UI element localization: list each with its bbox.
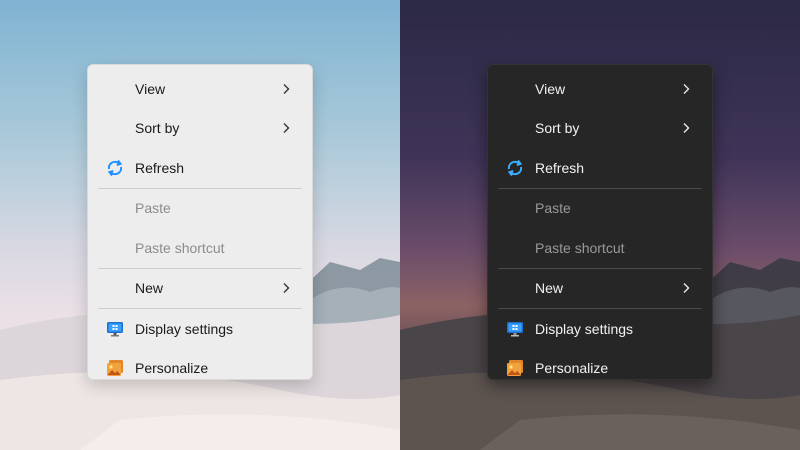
monitor-icon: [105, 319, 125, 339]
menu-item-display-settings[interactable]: Display settings: [88, 309, 312, 349]
menu-item-refresh[interactable]: Refresh: [88, 148, 312, 188]
chevron-right-icon: [683, 283, 690, 294]
chevron-right-icon: [283, 83, 290, 94]
chevron-right-icon: [683, 83, 690, 94]
personalize-icon: [105, 358, 125, 378]
menu-item-label: Display settings: [135, 320, 234, 337]
chevron-right-icon: [283, 283, 290, 294]
menu-item-sort-by[interactable]: Sort by: [88, 109, 312, 149]
menu-item-new[interactable]: New: [88, 269, 312, 309]
refresh-icon: [105, 158, 125, 178]
menu-item-paste[interactable]: Paste: [488, 189, 712, 229]
menu-item-personalize[interactable]: Personalize: [488, 349, 712, 389]
context-menu-light: View Sort by Refresh Paste Paste shortcu…: [87, 64, 313, 380]
monitor-icon: [505, 319, 525, 339]
chevron-right-icon: [683, 123, 690, 134]
menu-item-view[interactable]: View: [88, 69, 312, 109]
menu-item-label: Paste: [135, 200, 171, 217]
menu-item-refresh[interactable]: Refresh: [488, 148, 712, 188]
menu-item-label: View: [535, 80, 566, 97]
menu-item-label: Sort by: [535, 120, 580, 137]
menu-item-label: Personalize: [535, 360, 609, 377]
menu-item-paste[interactable]: Paste: [88, 189, 312, 229]
menu-item-personalize[interactable]: Personalize: [88, 349, 312, 389]
menu-item-label: Paste: [535, 200, 571, 217]
menu-item-view[interactable]: View: [488, 69, 712, 109]
menu-item-label: New: [135, 280, 164, 297]
menu-item-label: Personalize: [135, 360, 209, 377]
desktop-background-light: View Sort by Refresh Paste Paste shortcu…: [0, 0, 400, 450]
context-menu-dark: View Sort by Refresh Paste Paste shortcu…: [487, 64, 713, 380]
menu-item-new[interactable]: New: [488, 269, 712, 309]
menu-item-paste-shortcut[interactable]: Paste shortcut: [88, 228, 312, 268]
menu-item-paste-shortcut[interactable]: Paste shortcut: [488, 228, 712, 268]
chevron-right-icon: [283, 123, 290, 134]
menu-item-label: Refresh: [135, 159, 185, 176]
personalize-icon: [505, 358, 525, 378]
menu-item-label: New: [535, 280, 564, 297]
menu-item-label: Sort by: [135, 120, 180, 137]
desktop-background-dark: View Sort by Refresh Paste Paste shortcu…: [400, 0, 800, 450]
menu-item-label: Display settings: [535, 320, 634, 337]
menu-item-display-settings[interactable]: Display settings: [488, 309, 712, 349]
menu-item-label: View: [135, 80, 166, 97]
menu-item-sort-by[interactable]: Sort by: [488, 109, 712, 149]
menu-item-label: Paste shortcut: [535, 239, 625, 256]
refresh-icon: [505, 158, 525, 178]
menu-item-label: Paste shortcut: [135, 239, 225, 256]
menu-item-label: Refresh: [535, 159, 585, 176]
